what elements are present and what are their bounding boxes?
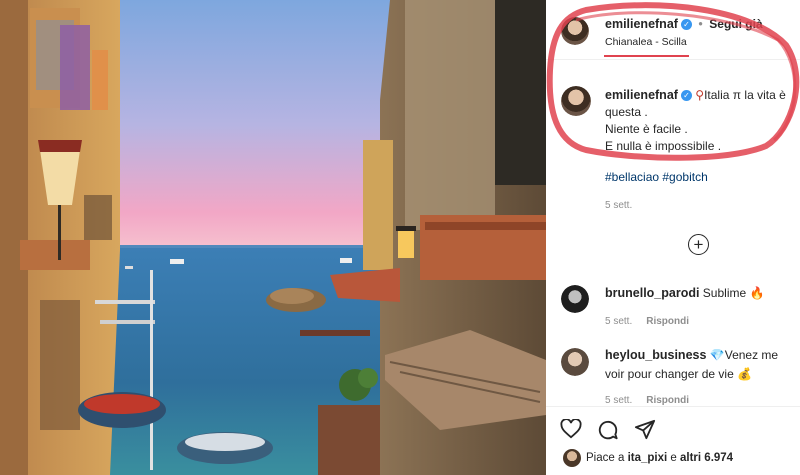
post-side-panel: emilienefnaf ✓ • Segui già Chianalea - Sc… [546, 0, 800, 475]
likes-prefix: Piace a [586, 452, 625, 464]
caption-hashtags[interactable]: #bellaciao #gobitch [605, 170, 708, 184]
caption-text: emilienefnaf ✓ ⚲Italia π la vita è questa… [605, 87, 795, 155]
liker-username[interactable]: ita_pixi [628, 452, 668, 464]
commenter-avatar[interactable] [561, 285, 589, 313]
author-username[interactable]: emilienefnaf [605, 17, 678, 31]
heart-icon[interactable] [560, 419, 582, 439]
comment-body: Sublime [702, 286, 747, 300]
comment-username[interactable]: brunello_parodi [605, 286, 699, 300]
location-link[interactable]: Chianalea - Scilla [605, 36, 687, 48]
author-avatar[interactable] [561, 17, 589, 45]
comment-icon[interactable] [597, 419, 619, 441]
caption-line3: E nulla è impossibile . [605, 139, 722, 153]
plus-circle-icon[interactable]: + [688, 234, 709, 255]
comment-text: brunello_parodi Sublime 🔥 [605, 284, 795, 303]
money-bag-emoji: 💰 [737, 367, 753, 381]
coastal-village-photo [0, 0, 546, 475]
caption-username[interactable]: emilienefnaf [605, 88, 678, 102]
gem-emoji: 💎 [709, 348, 725, 362]
caption-line2: Niente è facile . [605, 122, 688, 136]
post-photo[interactable] [0, 0, 546, 475]
header-line: emilienefnaf ✓ • Segui già [605, 17, 763, 31]
reply-button[interactable]: Rispondi [646, 395, 689, 406]
likes-count[interactable]: altri 6.974 [680, 452, 733, 464]
commenter-avatar[interactable] [561, 348, 589, 376]
fire-emoji: 🔥 [749, 286, 765, 300]
comment-meta: 5 sett. Rispondi [605, 395, 689, 406]
post-header: emilienefnaf ✓ • Segui già Chianalea - Sc… [546, 0, 800, 60]
caption-author-avatar[interactable] [561, 86, 591, 116]
likes-middle: e [670, 452, 677, 464]
post-actions-bar [546, 406, 800, 448]
separator-dot: • [698, 17, 703, 31]
reply-button[interactable]: Rispondi [646, 316, 689, 327]
comment-meta: 5 sett. Rispondi [605, 316, 689, 327]
caption-timestamp: 5 sett. [605, 200, 633, 211]
comment-timestamp: 5 sett. [605, 316, 633, 327]
round-pushpin-icon: ⚲ [695, 88, 705, 102]
comment-username[interactable]: heylou_business [605, 348, 706, 362]
paper-plane-icon[interactable] [634, 419, 656, 440]
comment-timestamp: 5 sett. [605, 395, 633, 406]
pi-symbol: π [732, 88, 742, 102]
caption-line1-start: Italia [704, 88, 730, 102]
likes-summary: Piace a ita_pixi e altri 6.974 [586, 452, 733, 464]
verified-badge-icon: ✓ [680, 19, 692, 30]
comment-text: heylou_business 💎Venez me voir pour chan… [605, 346, 795, 384]
liker-avatar[interactable] [563, 449, 581, 467]
verified-badge-icon: ✓ [680, 90, 692, 101]
follow-button[interactable]: Segui già [709, 17, 762, 31]
